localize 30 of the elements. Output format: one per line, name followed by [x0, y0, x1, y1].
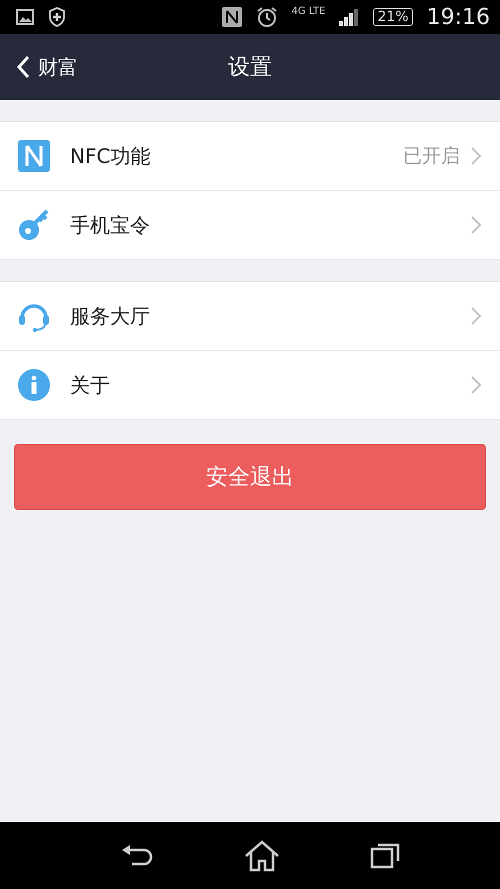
clock: 19:16 [426, 4, 490, 30]
row-label: 手机宝令 [70, 212, 151, 238]
signal-icon [339, 8, 360, 26]
network-type: 4G LTE [292, 6, 326, 17]
chevron-icon [470, 375, 482, 395]
settings-row[interactable]: 关于 [0, 350, 500, 419]
recent-apps-icon[interactable] [370, 842, 400, 868]
back-icon[interactable] [120, 844, 154, 868]
chevron-icon [470, 215, 482, 235]
battery-level: 21% [373, 8, 413, 26]
back-button[interactable]: 财富 [16, 54, 78, 80]
row-value: 已开启 [403, 144, 460, 169]
key-icon [18, 209, 50, 241]
row-label: 关于 [70, 372, 111, 398]
nfc-icon [18, 140, 50, 172]
chevron-icon [470, 146, 482, 166]
info-icon [18, 369, 50, 401]
row-label: 服务大厅 [70, 302, 151, 330]
shield-icon [48, 7, 66, 27]
image-icon [16, 9, 34, 25]
settings-row[interactable]: NFC功能 已开启 [0, 122, 500, 190]
row-label: NFC功能 [70, 142, 152, 170]
settings-row[interactable]: 手机宝令 [0, 190, 500, 259]
home-icon[interactable] [244, 840, 280, 872]
alarm-clock-icon [256, 6, 278, 28]
chevron-icon [16, 55, 30, 79]
chevron-icon [470, 306, 482, 326]
settings-row[interactable]: 服务大厅 [0, 282, 500, 350]
page-title: 设置 [228, 54, 272, 82]
nfc-icon [222, 7, 242, 27]
